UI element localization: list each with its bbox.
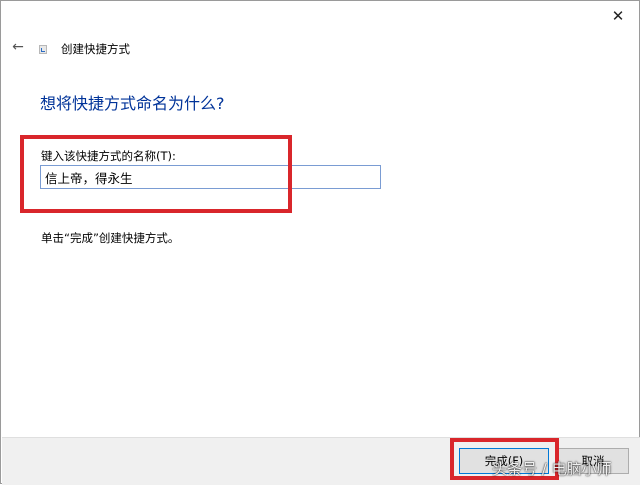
page-heading: 想将快捷方式命名为什么?: [40, 94, 225, 113]
shortcut-file-icon: [39, 45, 47, 54]
back-arrow-icon: ←: [12, 39, 24, 55]
close-button[interactable]: ✕: [597, 1, 639, 31]
name-field-highlight: [20, 135, 292, 213]
finish-hint: 单击“完成”创建快捷方式。: [41, 231, 180, 245]
close-icon: ✕: [611, 7, 625, 25]
watermark: 头条号 / 电脑小师: [492, 460, 612, 478]
create-shortcut-window: ✕ ← 创建快捷方式 想将快捷方式命名为什么? 键入该快捷方式的名称(T): 单…: [0, 0, 640, 485]
wizard-title: 创建快捷方式: [61, 42, 130, 56]
back-button[interactable]: ←: [9, 38, 27, 56]
